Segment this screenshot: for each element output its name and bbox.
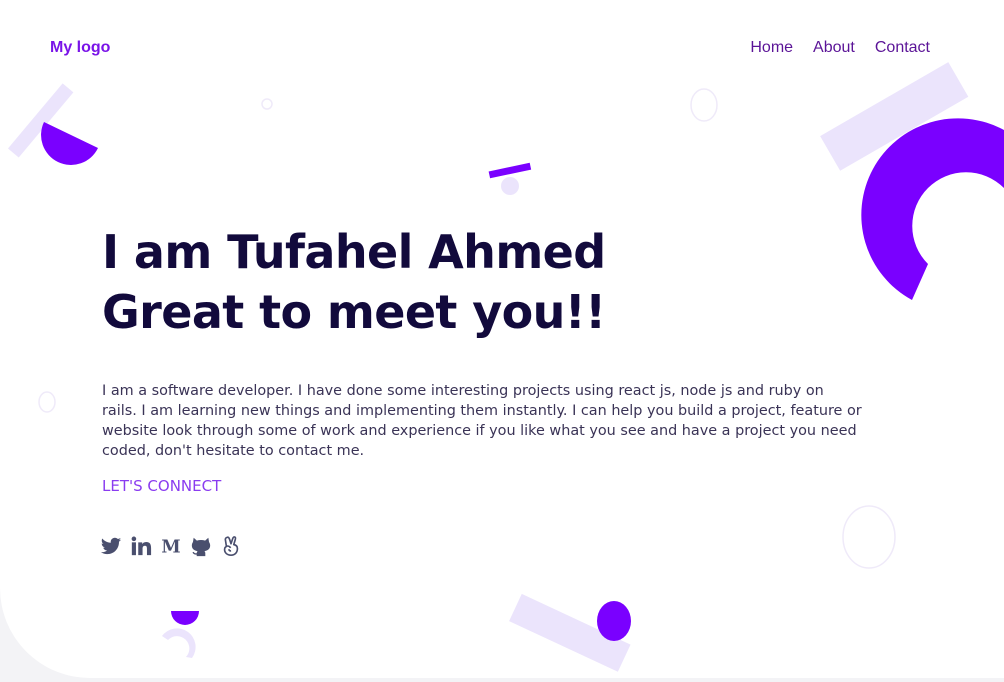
nav-home[interactable]: Home — [750, 39, 793, 57]
hero-title: I am Tufahel Ahmed Great to meet you!! — [102, 222, 606, 342]
social-links: M — [100, 534, 242, 558]
deco-small-circle — [261, 98, 273, 110]
hero-title-line1: I am Tufahel Ahmed — [102, 225, 606, 279]
deco-half-circle-bottom — [171, 611, 199, 625]
nav-contact[interactable]: Contact — [875, 39, 930, 57]
angellist-link[interactable] — [220, 534, 242, 558]
hero-bio: I am a software developer. I have done s… — [102, 383, 862, 459]
deco-half-circle-top-left — [41, 122, 98, 165]
deco-outline-ellipse-left — [38, 391, 56, 413]
twitter-link[interactable] — [100, 534, 122, 558]
svg-text:M: M — [161, 537, 180, 557]
nav-about[interactable]: About — [813, 39, 855, 57]
page: My logo Home About Contact I am Tufahel … — [0, 0, 1004, 678]
linkedin-icon — [131, 536, 152, 556]
github-icon — [191, 537, 211, 557]
main-nav: Home About Contact — [750, 39, 930, 57]
lets-connect-link[interactable]: LET'S CONNECT — [102, 477, 221, 495]
deco-arc-bottom-left — [162, 628, 196, 658]
deco-dot-bottom — [597, 601, 631, 641]
deco-bar-center — [488, 162, 532, 179]
logo-link[interactable]: My logo — [50, 39, 110, 57]
hero-title-line2: Great to meet you!! — [102, 285, 606, 339]
github-link[interactable] — [190, 534, 212, 558]
deco-dot-center — [501, 177, 519, 195]
twitter-icon — [100, 537, 122, 555]
medium-link[interactable]: M — [160, 534, 182, 558]
deco-outline-ellipse-top — [690, 88, 718, 122]
angellist-icon — [223, 536, 239, 556]
deco-outline-ellipse-right — [842, 505, 896, 569]
medium-icon: M — [161, 537, 180, 557]
linkedin-link[interactable] — [130, 534, 152, 558]
